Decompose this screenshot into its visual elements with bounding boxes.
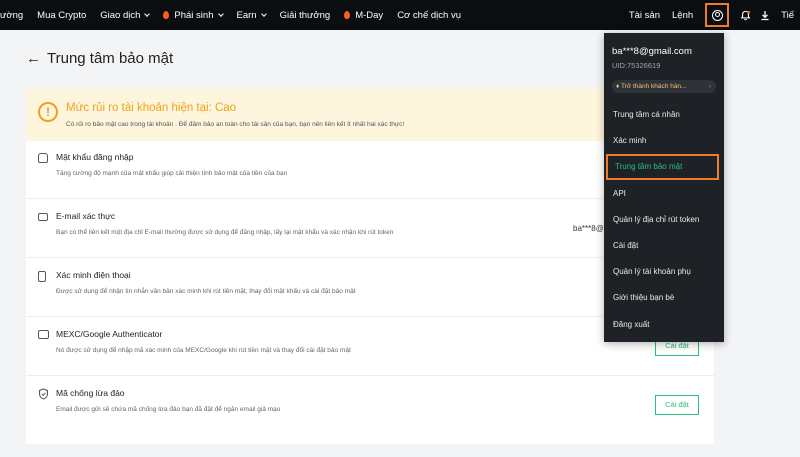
nav-item[interactable]: Phái sinh: [156, 10, 229, 21]
lock-icon: [38, 153, 48, 163]
bell-icon: [740, 10, 751, 20]
chevron-right-icon: ›: [708, 83, 711, 90]
nav-item[interactable]: Mua Crypto: [30, 10, 93, 21]
row-title: Mật khẩu đăng nhập: [56, 152, 134, 162]
nav-menu: ường Mua Crypto Giao dịch Phái sinh Earn Giải…: [0, 0, 468, 30]
dropdown-item[interactable]: Giới thiệu bạn bè: [604, 285, 724, 311]
nav-item[interactable]: Giao dịch: [93, 10, 156, 21]
row-description: Email được gửi sẽ chứa mã chống lừa đảo …: [56, 406, 281, 413]
nav-item-label: Cơ chế dịch vụ: [397, 9, 461, 21]
row-description: Nó được sử dụng để nhập mã xác minh của …: [56, 347, 351, 354]
account-dropdown: ba***8@gmail.com UID:75326619 ♦ Trở thàn…: [604, 33, 724, 342]
risk-description: Có rủi ro bảo mật cao trong tài khoản . …: [66, 121, 405, 128]
dropdown-item[interactable]: Xác minh: [604, 128, 724, 154]
nav-item-label: ường: [0, 9, 24, 21]
user-icon: [711, 9, 723, 21]
page-header: ← Trung tâm bảo mật: [26, 50, 173, 67]
chevron-down-icon: [144, 10, 151, 17]
dropdown-item[interactable]: API: [604, 181, 724, 207]
download-button[interactable]: [755, 0, 775, 30]
nav-item[interactable]: ường: [0, 10, 30, 21]
assets-link[interactable]: Tài sản: [623, 10, 666, 21]
risk-title: Mức rủi ro tài khoản hiện tại: Cao: [66, 102, 237, 114]
row-title: MEXC/Google Authenticator: [56, 329, 163, 339]
top-navbar: ường Mua Crypto Giao dịch Phái sinh Earn Giải…: [0, 0, 800, 30]
row-title: Mã chống lừa đảo: [56, 388, 125, 398]
warning-icon: !: [38, 102, 58, 122]
account-button[interactable]: [705, 3, 730, 27]
dropdown-item[interactable]: Trung tâm bảo mật: [606, 154, 719, 181]
authenticator-icon: [38, 330, 49, 339]
security-row-anti-phishing: Mã chống lừa đảo Email được gửi sẽ chứa …: [26, 377, 714, 435]
chevron-down-icon: [217, 10, 224, 17]
dropdown-item[interactable]: Cài đặt: [604, 233, 724, 259]
nav-item-label: M-Day: [355, 9, 384, 21]
row-description: Tăng cường độ mạnh của mật khẩu giúp cải…: [56, 170, 288, 177]
nav-item-label: Earn: [236, 9, 257, 21]
vip-upgrade-link[interactable]: ♦ Trở thành khách hàn... ›: [612, 80, 716, 93]
nav-item-label: Giải thưởng: [279, 9, 331, 21]
nav-right: Tài sản Lệnh Tiế: [623, 0, 800, 30]
email-value: ba***8@: [573, 224, 604, 233]
nav-item-label: Giao dịch: [100, 9, 141, 21]
nav-item[interactable]: Cơ chế dịch vụ: [390, 10, 468, 21]
fire-icon: [344, 11, 351, 19]
row-description: Được sử dụng để nhận tin nhắn văn bản xá…: [56, 288, 356, 295]
chevron-down-icon: [260, 10, 267, 17]
dropdown-item[interactable]: Quản lý tài khoản phụ: [604, 259, 724, 285]
account-uid: UID:75326619: [612, 61, 661, 70]
page-title: Trung tâm bảo mật: [47, 50, 174, 67]
dropdown-item[interactable]: Đăng xuất: [604, 312, 724, 338]
phone-icon: [38, 271, 46, 282]
nav-item[interactable]: M-Day: [337, 10, 390, 21]
back-arrow-icon[interactable]: ←: [26, 50, 41, 67]
nav-item[interactable]: Earn: [230, 10, 273, 21]
shield-icon: [38, 388, 49, 400]
anti-phishing-setup-button[interactable]: Cài đặt: [655, 395, 699, 415]
row-title: Xác minh điện thoại: [56, 270, 131, 280]
nav-item-label: Phái sinh: [174, 9, 214, 21]
nav-item[interactable]: Giải thưởng: [273, 10, 338, 21]
fire-icon: [163, 11, 170, 19]
dropdown-item[interactable]: Trung tâm cá nhân: [604, 102, 724, 128]
notification-button[interactable]: [735, 0, 755, 30]
dropdown-item[interactable]: Quản lý địa chỉ rút token: [604, 207, 724, 233]
account-email: ba***8@gmail.com: [612, 46, 692, 57]
nav-item-label: Mua Crypto: [37, 9, 87, 21]
vip-label: Trở thành khách hàn...: [621, 83, 687, 90]
row-title: E-mail xác thực: [56, 211, 116, 221]
row-description: Bạn có thể liên kết một địa chỉ E-mail t…: [56, 229, 394, 236]
download-icon: [761, 10, 769, 20]
orders-link[interactable]: Lệnh: [666, 10, 699, 21]
next-nav-item[interactable]: Tiế: [775, 10, 800, 21]
email-icon: [38, 213, 48, 221]
